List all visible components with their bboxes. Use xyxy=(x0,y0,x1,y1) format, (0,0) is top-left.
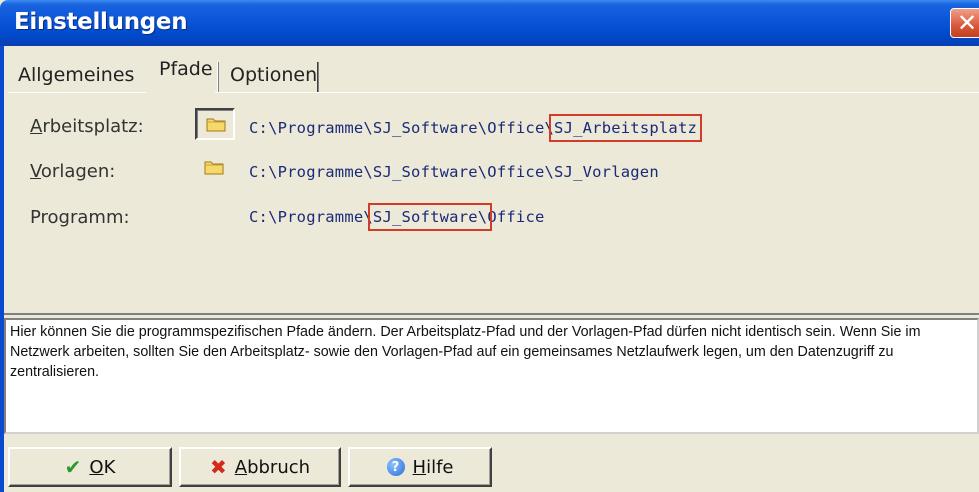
arbeitsplatz-browse-button[interactable] xyxy=(195,108,235,140)
tab-pfade[interactable]: Pfade xyxy=(153,58,219,86)
cancel-button[interactable]: ✖ Abbruch xyxy=(179,447,341,487)
window-title: Einstellungen xyxy=(14,9,188,35)
cross-icon: ✖ xyxy=(209,455,227,479)
info-textbox[interactable]: Hier können Sie die programmspezifischen… xyxy=(4,318,979,434)
close-button[interactable]: ✕ xyxy=(950,8,979,38)
arbeitsplatz-label: Arbeitsplatz: xyxy=(30,116,144,137)
help-accesskey: H xyxy=(412,456,427,478)
cancel-label-text: bbruch xyxy=(247,456,311,478)
folder-icon xyxy=(206,118,226,132)
ok-accesskey: O xyxy=(89,456,104,478)
close-icon: ✕ xyxy=(957,9,978,37)
programm-path-suffix: Office xyxy=(487,208,545,226)
tab-optionen[interactable]: Optionen xyxy=(230,62,317,90)
folder-icon xyxy=(204,161,224,175)
programm-path-highlight: SJ_Software\ xyxy=(367,203,493,231)
ok-label-text: K xyxy=(103,456,116,478)
panel-divider xyxy=(4,313,979,315)
arbeitsplatz-accesskey: A xyxy=(30,116,43,137)
paths-panel: Arbeitsplatz: C:\Programme\SJ_Software\O… xyxy=(8,93,979,311)
arbeitsplatz-label-text: rbeitsplatz: xyxy=(42,116,144,137)
ok-button[interactable]: ✔ OK xyxy=(8,447,172,487)
arbeitsplatz-path: C:\Programme\SJ_Software\Office\SJ_Arbei… xyxy=(249,114,703,142)
checkmark-icon: ✔ xyxy=(64,455,82,479)
programm-path-prefix: C:\Programme\ xyxy=(249,208,373,226)
vorlagen-accesskey: V xyxy=(30,161,41,182)
title-bar[interactable]: Einstellungen ✕ xyxy=(0,0,979,46)
cancel-button-label: Abbruch xyxy=(235,457,310,478)
vorlagen-label: Vorlagen: xyxy=(30,161,115,182)
programm-path: C:\Programme\SJ_Software\Office xyxy=(249,203,545,231)
vorlagen-label-text: orlagen: xyxy=(40,161,116,182)
help-button-label: Hilfe xyxy=(413,457,454,478)
ok-button-label: OK xyxy=(89,457,115,478)
tab-divider xyxy=(217,62,219,92)
help-label-text: ilfe xyxy=(426,456,454,478)
help-icon: ? xyxy=(386,458,405,476)
cancel-accesskey: A xyxy=(234,456,248,478)
arbeitsplatz-path-prefix: C:\Programme\SJ_Software\Office\ xyxy=(249,119,555,137)
tab-allgemeines[interactable]: Allgemeines xyxy=(18,62,134,90)
arbeitsplatz-path-highlight: SJ_Arbeitsplatz xyxy=(549,114,703,142)
programm-label: Programm: xyxy=(30,207,130,228)
vorlagen-path: C:\Programme\SJ_Software\Office\SJ_Vorla… xyxy=(249,163,659,181)
vorlagen-browse-button[interactable] xyxy=(195,153,235,185)
help-button[interactable]: ? Hilfe xyxy=(348,447,492,487)
tab-strip: Allgemeines Pfade Optionen xyxy=(4,46,979,92)
tab-divider xyxy=(317,62,319,92)
settings-dialog: Einstellungen ✕ Allgemeines Pfade Option… xyxy=(0,0,979,492)
